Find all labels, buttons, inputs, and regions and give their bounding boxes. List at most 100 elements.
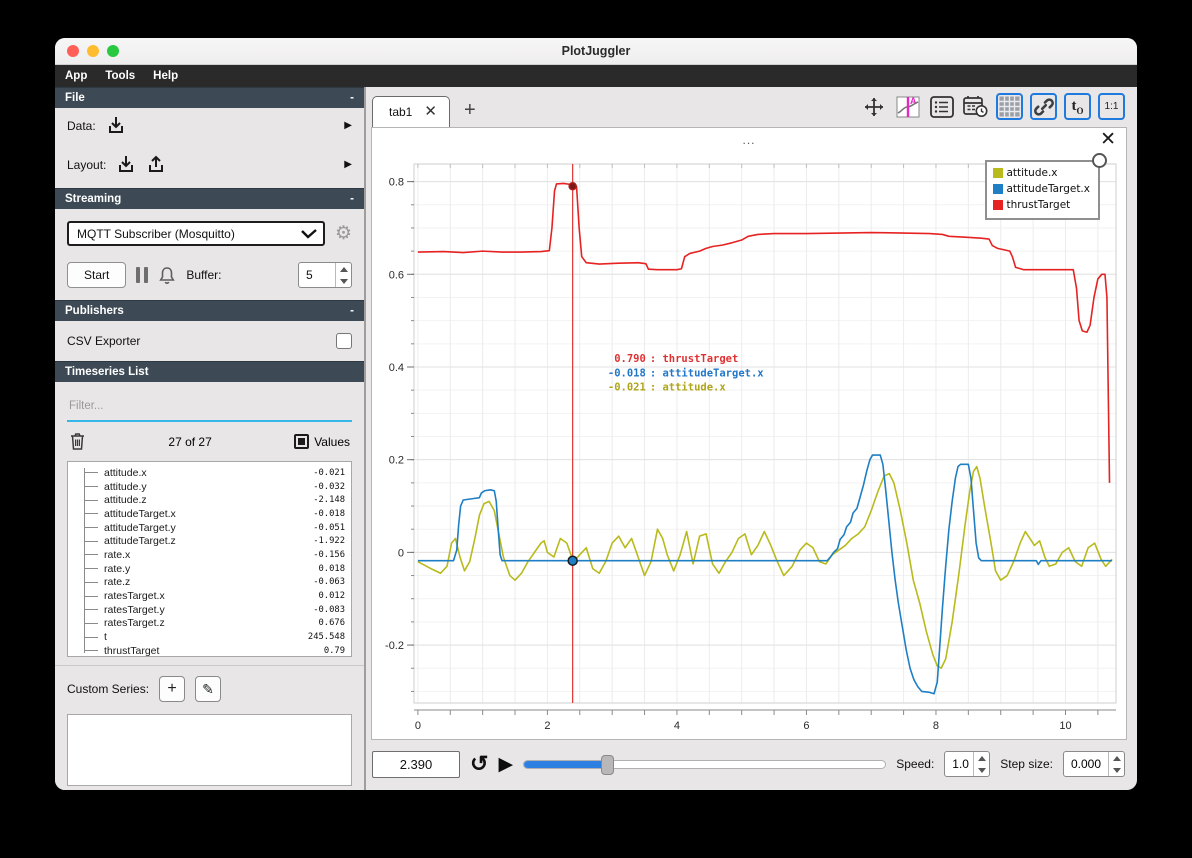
timeseries-row[interactable]: t 245.548	[68, 630, 351, 644]
link-ranges-button[interactable]	[1030, 93, 1057, 120]
timeseries-row[interactable]: attitudeTarget.y -0.051	[68, 521, 351, 535]
tab-label: tab1	[389, 104, 413, 119]
tab-close-icon[interactable]: ✕	[424, 104, 437, 119]
legend-list-button[interactable]	[928, 93, 955, 120]
timeseries-name: t	[104, 631, 107, 644]
grid-layout-button[interactable]	[996, 93, 1023, 120]
legend-entry[interactable]: attitudeTarget.x	[993, 181, 1090, 197]
section-header-file[interactable]: File -	[55, 87, 364, 108]
datetime-button[interactable]	[962, 93, 989, 120]
timeseries-row[interactable]: ratesTarget.x 0.012	[68, 589, 351, 603]
trash-icon[interactable]	[69, 432, 86, 451]
legend-entry[interactable]: attitude.x	[993, 165, 1090, 181]
csv-exporter-checkbox[interactable]	[336, 333, 352, 349]
slider-handle[interactable]	[601, 754, 615, 775]
zoom-window-button[interactable]	[107, 45, 119, 57]
menu-app[interactable]: App	[65, 70, 87, 82]
plot-close-icon[interactable]: ✕	[1100, 130, 1116, 149]
tracker-style-button[interactable]: A	[894, 93, 921, 120]
start-streaming-button[interactable]: Start	[67, 262, 127, 288]
svg-text:0: 0	[398, 547, 404, 559]
timeseries-value: -0.083	[313, 604, 345, 615]
timeseries-row[interactable]: thrustTarget 0.79	[68, 644, 351, 657]
timeseries-row[interactable]: ratesTarget.y -0.083	[68, 603, 351, 617]
save-layout-icon[interactable]	[146, 155, 166, 174]
timeseries-row[interactable]: rate.z -0.063	[68, 576, 351, 590]
layout-expand-arrow[interactable]: ▶	[344, 159, 352, 170]
collapse-indicator: -	[350, 305, 354, 317]
tree-branch	[84, 568, 98, 570]
buffer-down-button[interactable]	[336, 275, 351, 287]
minimize-window-button[interactable]	[87, 45, 99, 57]
values-label: Values	[314, 434, 350, 449]
play-button[interactable]: ▶	[498, 755, 513, 774]
timeseries-row[interactable]: attitude.x -0.021	[68, 466, 351, 480]
timeseries-value: 0.676	[318, 618, 345, 629]
ratio-glyph: 1:1	[1104, 101, 1119, 112]
filter-input[interactable]	[69, 400, 350, 412]
custom-series-label: Custom Series:	[67, 682, 150, 696]
timeseries-name: thrustTarget	[104, 644, 160, 657]
timeseries-count: 27 of 27	[168, 434, 212, 449]
edit-custom-series-button[interactable]: ✎	[195, 676, 222, 702]
load-layout-icon[interactable]	[116, 155, 136, 174]
move-tool-button[interactable]	[860, 93, 887, 120]
legend-entry[interactable]: thrustTarget	[993, 197, 1090, 213]
step-up-button[interactable]	[1109, 752, 1124, 764]
values-checkbox[interactable]	[294, 434, 310, 449]
timeseries-row[interactable]: attitudeTarget.x -0.018	[68, 507, 351, 521]
csv-exporter-label: CSV Exporter	[67, 334, 141, 348]
timeseries-row[interactable]: rate.x -0.156	[68, 548, 351, 562]
notifications-bell-icon[interactable]	[158, 266, 176, 285]
timeseries-value: -0.032	[313, 481, 345, 492]
step-size-spinbox[interactable]: 0.000	[1063, 751, 1125, 777]
ratio-1-1-button[interactable]: 1:1	[1098, 93, 1125, 120]
tracker-time-field[interactable]: 2.390	[372, 750, 460, 778]
svg-text:8: 8	[933, 720, 939, 732]
section-header-publishers[interactable]: Publishers -	[55, 300, 364, 321]
chevron-down-icon	[301, 228, 317, 239]
publishers-section-title: Publishers	[65, 305, 124, 317]
streaming-settings-gear-icon[interactable]: ⚙	[335, 224, 352, 243]
speed-spinbox[interactable]: 1.0	[944, 751, 991, 777]
menu-help[interactable]: Help	[153, 70, 178, 82]
time-offset-button[interactable]: tO	[1064, 93, 1091, 120]
timeseries-row[interactable]: rate.y 0.018	[68, 562, 351, 576]
menu-tools[interactable]: Tools	[105, 70, 135, 82]
plot-canvas[interactable]: -0.2 0 0.2 0.4 0.6 0.8 0 2 4 6 8 10 0.790: thrustTar…	[372, 152, 1126, 739]
close-window-button[interactable]	[67, 45, 79, 57]
load-data-icon[interactable]	[106, 116, 126, 135]
section-header-timeseries[interactable]: Timeseries List	[55, 361, 364, 382]
tracker-time-value: 2.390	[399, 756, 433, 772]
speed-down-button[interactable]	[974, 764, 989, 776]
pause-icon[interactable]	[136, 267, 149, 283]
timeseries-row[interactable]: ratesTarget.z 0.676	[68, 617, 351, 631]
buffer-spinbox[interactable]: 5	[298, 262, 352, 288]
timeseries-row[interactable]: attitude.y -0.032	[68, 480, 351, 494]
speed-up-button[interactable]	[974, 752, 989, 764]
data-expand-arrow[interactable]: ▶	[344, 120, 352, 131]
tab-tab1[interactable]: tab1 ✕	[372, 96, 450, 127]
loop-icon[interactable]: ↺	[470, 753, 488, 775]
time-slider[interactable]	[523, 754, 887, 775]
grid-icon	[999, 96, 1020, 117]
plot-menu-dots[interactable]: ...	[742, 133, 755, 147]
svg-text:6: 6	[803, 720, 809, 732]
custom-series-list[interactable]	[67, 714, 352, 786]
new-tab-button[interactable]: +	[464, 100, 476, 120]
section-header-streaming[interactable]: Streaming -	[55, 188, 364, 209]
timeseries-name: rate.x	[104, 548, 131, 561]
timeseries-row[interactable]: attitude.z -2.148	[68, 493, 351, 507]
streaming-source-select[interactable]: MQTT Subscriber (Mosquitto)	[67, 221, 325, 246]
buffer-up-button[interactable]	[336, 263, 351, 275]
timeseries-row[interactable]: attitudeTarget.z -1.922	[68, 534, 351, 548]
timeseries-value: -0.063	[313, 577, 345, 588]
timeseries-value: -1.922	[313, 536, 345, 547]
collapse-indicator: -	[350, 193, 354, 205]
legend-collapse-circle-icon[interactable]	[1092, 153, 1107, 168]
left-sidebar: File - Data: ▶ Layout: ▶ Streaming - MQT…	[55, 87, 366, 790]
plot-legend[interactable]: attitude.x attitudeTarget.x thrustTarget	[985, 153, 1107, 220]
add-custom-series-button[interactable]: +	[159, 676, 186, 702]
timeseries-list[interactable]: attitude.x -0.021 attitude.y -0.032 attitude…	[67, 461, 352, 657]
step-down-button[interactable]	[1109, 764, 1124, 776]
